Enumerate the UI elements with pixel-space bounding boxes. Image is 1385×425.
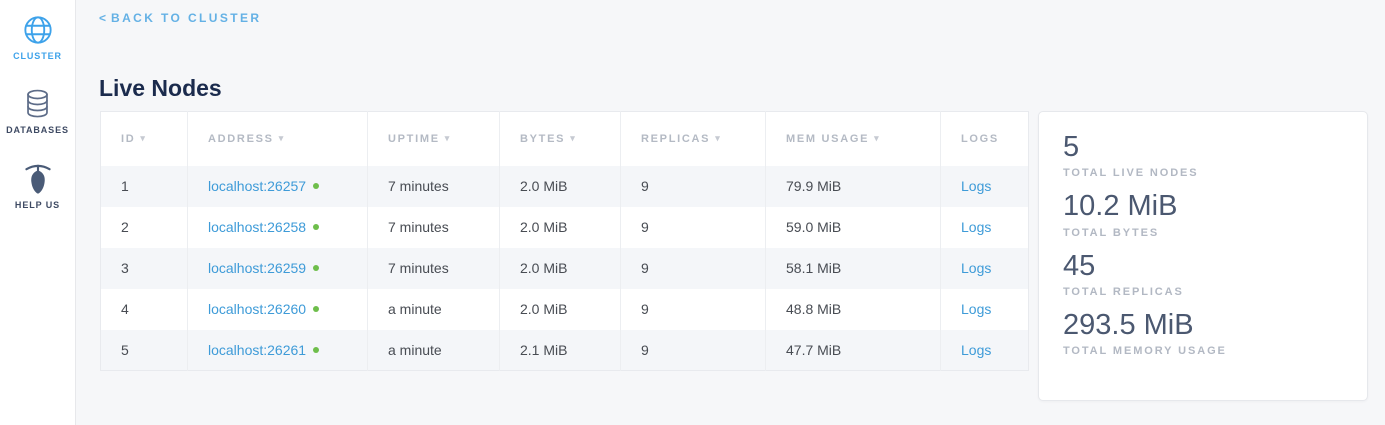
sort-down-icon: ▾	[715, 133, 721, 143]
column-header-id[interactable]: ID▾	[101, 112, 188, 166]
sidebar-item-help-us[interactable]: HELP US	[15, 162, 60, 210]
cell-bytes: 2.0 MiB	[500, 166, 621, 207]
node-live-dot	[313, 183, 319, 189]
databases-icon	[22, 87, 53, 121]
cell-uptime: 7 minutes	[368, 166, 500, 207]
cell-address: localhost:26261	[188, 330, 368, 371]
stat-label: TOTAL BYTES	[1063, 227, 1343, 239]
cell-logs: Logs	[941, 330, 1029, 371]
cockroach-icon	[22, 162, 54, 196]
cell-mem-usage: 79.9 MiB	[766, 166, 941, 207]
table-row: 3 localhost:26259 7 minutes 2.0 MiB 9 58…	[101, 248, 1029, 289]
sidebar-item-cluster[interactable]: CLUSTER	[13, 13, 62, 61]
live-nodes-table: ID▾ ADDRESS▾ UPTIME▾ BYTES▾ REPLICAS▾ ME…	[100, 111, 1028, 371]
summary-stat: 293.5 MiB TOTAL MEMORY USAGE	[1063, 309, 1343, 357]
back-link-label: BACK TO CLUSTER	[111, 11, 261, 25]
summary-stat: 45 TOTAL REPLICAS	[1063, 250, 1343, 298]
cell-id: 3	[101, 248, 188, 289]
summary-stat: 5 TOTAL LIVE NODES	[1063, 131, 1343, 179]
sort-down-icon: ▾	[874, 133, 880, 143]
cell-bytes: 2.1 MiB	[500, 330, 621, 371]
sidebar-item-label: CLUSTER	[13, 51, 62, 61]
node-live-dot	[313, 347, 319, 353]
node-address-link[interactable]: localhost:26260	[208, 301, 306, 317]
sidebar-item-databases[interactable]: DATABASES	[6, 87, 69, 135]
sort-down-icon: ▾	[140, 133, 146, 143]
column-header-uptime[interactable]: UPTIME▾	[368, 112, 500, 166]
cell-id: 5	[101, 330, 188, 371]
node-logs-link[interactable]: Logs	[961, 219, 991, 235]
cell-bytes: 2.0 MiB	[500, 289, 621, 330]
sort-down-icon: ▾	[279, 133, 285, 143]
cell-address: localhost:26258	[188, 207, 368, 248]
node-address-link[interactable]: localhost:26258	[208, 219, 306, 235]
cell-id: 2	[101, 207, 188, 248]
table-row: 1 localhost:26257 7 minutes 2.0 MiB 9 79…	[101, 166, 1029, 207]
node-live-dot	[313, 224, 319, 230]
column-header-address[interactable]: ADDRESS▾	[188, 112, 368, 166]
cell-id: 1	[101, 166, 188, 207]
stat-value: 293.5 MiB	[1063, 309, 1343, 342]
cell-id: 4	[101, 289, 188, 330]
node-address-link[interactable]: localhost:26259	[208, 260, 306, 276]
cell-uptime: a minute	[368, 330, 500, 371]
cell-address: localhost:26257	[188, 166, 368, 207]
back-to-cluster-link[interactable]: < BACK TO CLUSTER	[99, 11, 261, 25]
node-logs-link[interactable]: Logs	[961, 342, 991, 358]
node-address-link[interactable]: localhost:26261	[208, 342, 306, 358]
cell-bytes: 2.0 MiB	[500, 248, 621, 289]
page-title: Live Nodes	[99, 75, 222, 102]
node-address-link[interactable]: localhost:26257	[208, 178, 306, 194]
summary-card: 5 TOTAL LIVE NODES 10.2 MiB TOTAL BYTES …	[1038, 111, 1368, 401]
sidebar-item-label: HELP US	[15, 200, 60, 210]
column-header-logs: LOGS	[941, 112, 1029, 166]
cell-address: localhost:26259	[188, 248, 368, 289]
sort-down-icon: ▾	[445, 133, 451, 143]
cell-replicas: 9	[621, 330, 766, 371]
stat-label: TOTAL REPLICAS	[1063, 286, 1343, 298]
cell-logs: Logs	[941, 207, 1029, 248]
sort-down-icon: ▾	[570, 133, 576, 143]
cell-logs: Logs	[941, 289, 1029, 330]
cell-mem-usage: 47.7 MiB	[766, 330, 941, 371]
cell-uptime: a minute	[368, 289, 500, 330]
cell-address: localhost:26260	[188, 289, 368, 330]
column-header-replicas[interactable]: REPLICAS▾	[621, 112, 766, 166]
column-header-bytes[interactable]: BYTES▾	[500, 112, 621, 166]
cell-uptime: 7 minutes	[368, 207, 500, 248]
cell-mem-usage: 59.0 MiB	[766, 207, 941, 248]
node-logs-link[interactable]: Logs	[961, 178, 991, 194]
summary-stat: 10.2 MiB TOTAL BYTES	[1063, 190, 1343, 238]
node-logs-link[interactable]: Logs	[961, 260, 991, 276]
cell-mem-usage: 58.1 MiB	[766, 248, 941, 289]
cell-logs: Logs	[941, 166, 1029, 207]
node-live-dot	[313, 265, 319, 271]
back-arrow-icon: <	[99, 11, 106, 25]
table-row: 4 localhost:26260 a minute 2.0 MiB 9 48.…	[101, 289, 1029, 330]
cell-mem-usage: 48.8 MiB	[766, 289, 941, 330]
table-header-row: ID▾ ADDRESS▾ UPTIME▾ BYTES▾ REPLICAS▾ ME…	[101, 112, 1029, 166]
cell-replicas: 9	[621, 248, 766, 289]
cell-replicas: 9	[621, 289, 766, 330]
table-row: 2 localhost:26258 7 minutes 2.0 MiB 9 59…	[101, 207, 1029, 248]
cell-bytes: 2.0 MiB	[500, 207, 621, 248]
globe-icon	[21, 13, 55, 47]
stat-value: 45	[1063, 250, 1343, 283]
cell-logs: Logs	[941, 248, 1029, 289]
stat-label: TOTAL LIVE NODES	[1063, 167, 1343, 179]
table-row: 5 localhost:26261 a minute 2.1 MiB 9 47.…	[101, 330, 1029, 371]
cell-uptime: 7 minutes	[368, 248, 500, 289]
sidebar: CLUSTER DATABASES HELP US	[0, 0, 76, 425]
stat-value: 5	[1063, 131, 1343, 164]
stat-value: 10.2 MiB	[1063, 190, 1343, 223]
cell-replicas: 9	[621, 207, 766, 248]
column-header-mem-usage[interactable]: MEM USAGE▾	[766, 112, 941, 166]
cell-replicas: 9	[621, 166, 766, 207]
node-live-dot	[313, 306, 319, 312]
sidebar-item-label: DATABASES	[6, 125, 69, 135]
node-logs-link[interactable]: Logs	[961, 301, 991, 317]
stat-label: TOTAL MEMORY USAGE	[1063, 345, 1343, 357]
